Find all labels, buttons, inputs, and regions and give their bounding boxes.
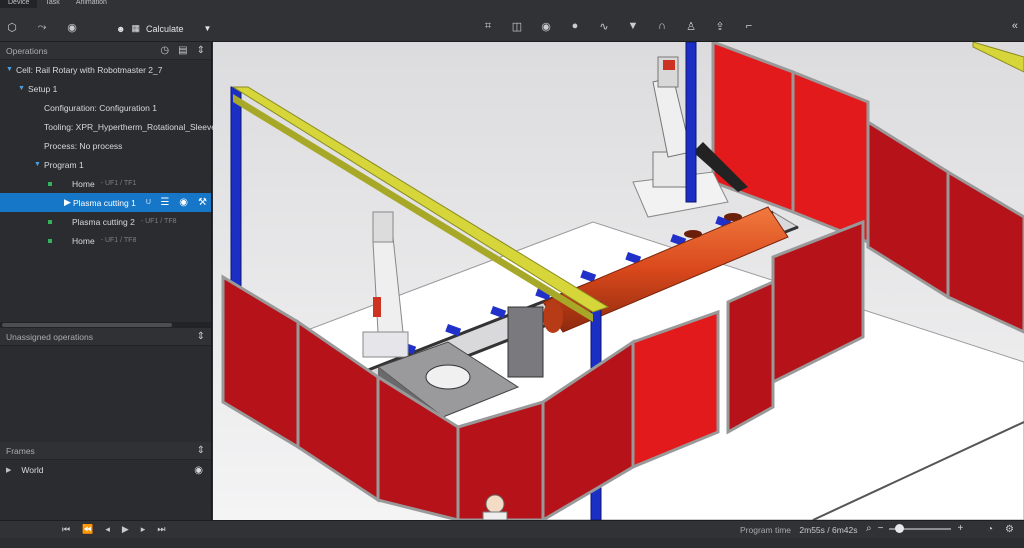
operation-row[interactable]: Plasma cutting 2 - UF1 / TF8 <box>0 212 211 231</box>
tree-item-cell[interactable]: ▼ Cell: Rail Rotary with Robotmaster 2_7 <box>0 60 211 79</box>
list-icon[interactable]: ☰ <box>160 197 169 208</box>
calculator-icon: ▦ <box>131 23 140 33</box>
eye-icon[interactable]: ◉ <box>538 18 554 34</box>
eye-icon[interactable]: ◉ <box>194 465 203 476</box>
funnel-icon[interactable]: ▼ <box>625 18 641 34</box>
3d-viewport[interactable] <box>213 42 1024 520</box>
collapse-panel-icon[interactable]: « <box>1012 20 1018 32</box>
top-toolbar: Device Task Animation ⬡ ⤳ ◉ ☻ ▦ Calculat… <box>0 0 1024 42</box>
tree-item-setup[interactable]: ▼ Setup 1 <box>0 79 211 98</box>
wrench-icon[interactable]: ⚒ <box>198 197 207 208</box>
zoom-in-icon[interactable]: + <box>957 523 963 534</box>
operation-row[interactable]: Home - UF1 / TF1 <box>0 174 211 193</box>
frame-item-world[interactable]: ▶ World ◉ <box>0 460 211 480</box>
program-time-value: 2m55s / 6m42s <box>799 525 858 535</box>
chevron-down-icon: ▼ <box>18 85 25 92</box>
frame-label: World <box>21 465 44 475</box>
sidebar: Operations ◷ ▤ ⇕ ▼ Cell: Rail Rotary wit… <box>0 42 221 520</box>
tooling-label: Tooling: XPR_Hypertherm_Rotational_Sleev… <box>44 121 221 132</box>
sort-icon[interactable]: ⇕ <box>197 45 205 56</box>
fit-view-icon[interactable]: ⌗ <box>480 18 496 34</box>
zoom-slider[interactable] <box>889 523 952 533</box>
operation-frame: U <box>145 199 151 206</box>
search-icon[interactable]: ⌕ <box>866 523 872 534</box>
tree-item-tooling[interactable]: Tooling: XPR_Hypertherm_Rotational_Sleev… <box>0 117 221 136</box>
tab-animation[interactable]: Animation <box>68 0 115 8</box>
calculate-label: Calculate <box>146 23 184 34</box>
step-back-icon[interactable]: ⏪ <box>82 524 93 535</box>
operation-frame: - UF1 / TF8 <box>100 237 137 244</box>
timer-icon[interactable]: ◷ <box>160 45 169 56</box>
control-cabinet <box>507 306 544 378</box>
zoom-control: ⌕ − + <box>866 523 963 534</box>
playback-bar: ⏮ ⏪ ◂ ▶ ▸ ⏭ Program time 2m55s / 6m42s ⌕… <box>0 520 1024 538</box>
operation-row-selected[interactable]: ▶ Plasma cutting 1 U ☰ ◉ ⚒ <box>0 193 211 212</box>
robot-icon[interactable]: ♙ <box>683 18 699 34</box>
chevron-down-icon: ▼ <box>6 66 13 73</box>
settings-icon[interactable]: ⚙ <box>1005 524 1014 535</box>
tree-item-configuration[interactable]: Configuration: Configuration 1 <box>0 98 211 117</box>
cube-select-icon[interactable]: ⬡ <box>4 20 20 34</box>
cell-label: Cell: Rail Rotary with Robotmaster 2_7 <box>16 64 163 75</box>
operations-title: Operations <box>6 45 48 56</box>
tree-item-process[interactable]: Process: No process <box>0 136 211 155</box>
setup-label: Setup 1 <box>28 83 58 94</box>
operator-figure <box>485 494 505 514</box>
calculate-button[interactable]: ☻ ▦ Calculate ▼ <box>116 23 211 34</box>
unassigned-list <box>0 346 211 442</box>
configuration-label: Configuration: Configuration 1 <box>44 102 157 113</box>
unassigned-title: Unassigned operations <box>6 331 93 342</box>
chevron-right-icon: ▶ <box>6 467 12 474</box>
sort-icon[interactable]: ⇕ <box>197 331 205 342</box>
unassigned-header: Unassigned operations ⇕ <box>0 328 211 346</box>
zoom-out-icon[interactable]: − <box>878 523 884 534</box>
tree-item-program[interactable]: ▼ Program 1 <box>0 155 211 174</box>
path-icon[interactable]: ⤳ <box>34 20 50 34</box>
frames-header: Frames ⇕ <box>0 442 211 460</box>
chevron-down-icon: ▼ <box>34 161 41 168</box>
sphere-icon[interactable]: ● <box>567 18 583 34</box>
play-marker-icon: ▶ <box>64 197 71 207</box>
status-dot <box>48 181 52 186</box>
operations-header: Operations ◷ ▤ ⇕ <box>0 42 211 60</box>
status-dot <box>48 219 52 224</box>
tab-task[interactable]: Task <box>37 0 67 8</box>
chevron-down-icon: ▼ <box>203 24 212 33</box>
operations-tree: ▼ Cell: Rail Rotary with Robotmaster 2_7… <box>0 60 221 322</box>
program-label: Program 1 <box>44 159 84 170</box>
horizontal-scrollbar[interactable] <box>0 322 211 328</box>
skip-end-icon[interactable]: ⏭ <box>157 524 165 535</box>
tab-strip: Device Task Animation <box>0 0 115 8</box>
operation-label: Home <box>72 235 95 246</box>
tool-icon[interactable]: ⌐ <box>741 18 757 34</box>
robot-cell-scene <box>213 42 1024 520</box>
upload-icon[interactable]: ⇪ <box>712 18 728 34</box>
process-label: Process: No process <box>44 140 123 151</box>
next-icon[interactable]: ▸ <box>141 524 146 535</box>
status-dot <box>48 238 52 243</box>
document-icon[interactable]: ▤ <box>178 45 187 56</box>
frames-title: Frames <box>6 445 35 456</box>
prev-icon[interactable]: ◂ <box>105 524 110 535</box>
operation-label: Plasma cutting 2 <box>72 216 135 227</box>
view-toolbar: ⌗ ◫ ◉ ● ∿ ▼ ∩ ♙ ⇪ ⌐ <box>480 18 757 34</box>
skip-start-icon[interactable]: ⏮ <box>62 524 70 535</box>
operation-label: Home <box>72 178 95 189</box>
tab-device[interactable]: Device <box>0 0 38 8</box>
robot-head-icon: ☻ <box>116 23 126 34</box>
operation-row[interactable]: Home - UF1 / TF8 <box>0 231 211 250</box>
sort-icon[interactable]: ⇕ <box>197 445 205 456</box>
target-icon[interactable]: ◉ <box>64 20 80 34</box>
program-time: Program time 2m55s / 6m42s <box>740 525 858 535</box>
program-time-label: Program time <box>740 525 792 535</box>
operation-frame: - UF1 / TF8 <box>140 218 177 225</box>
play-icon[interactable]: ▶ <box>122 524 129 535</box>
operation-frame: - UF1 / TF1 <box>100 180 137 187</box>
magnet-icon[interactable]: ∩ <box>654 18 670 34</box>
operation-label: Plasma cutting 1 <box>73 197 136 208</box>
eye-icon[interactable]: ◉ <box>179 197 188 208</box>
speed-gauge-icon[interactable]: ◔ <box>987 524 993 535</box>
curve-icon[interactable]: ∿ <box>596 18 612 34</box>
cube-view-icon[interactable]: ◫ <box>509 18 525 34</box>
